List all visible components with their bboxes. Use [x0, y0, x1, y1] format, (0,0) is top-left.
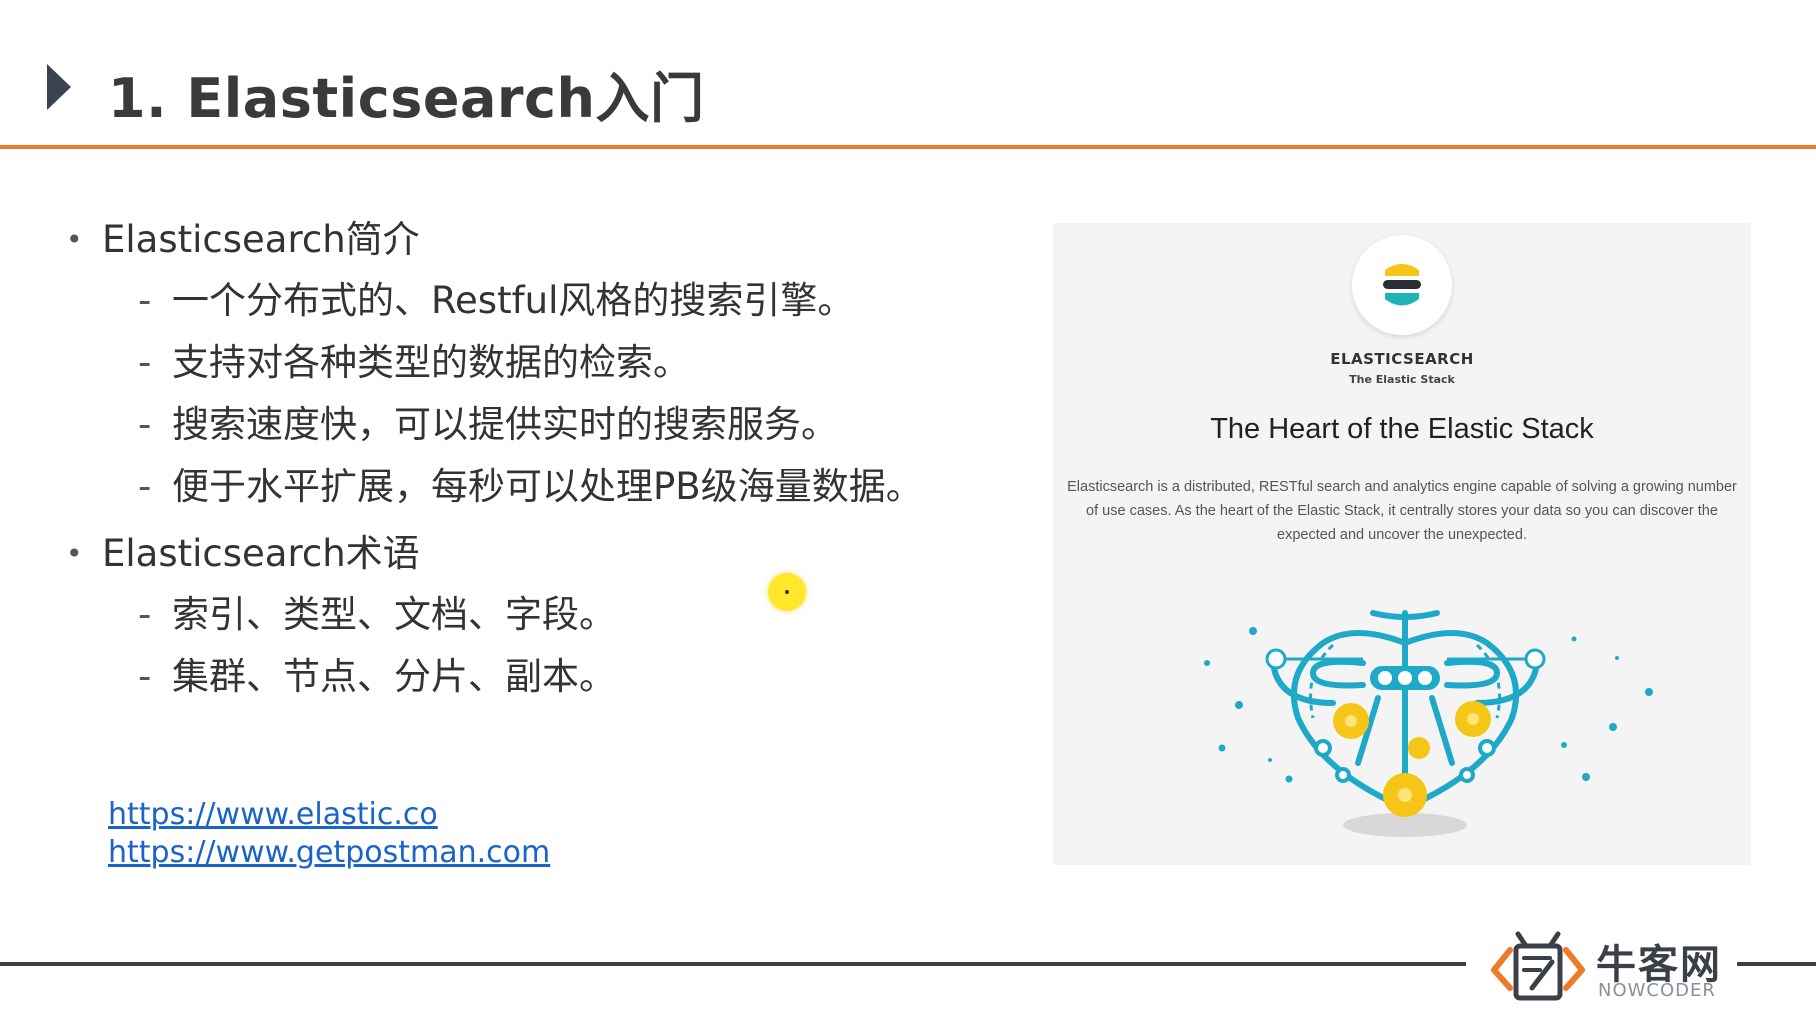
- link-postman[interactable]: https://www.getpostman.com: [108, 834, 550, 872]
- nowcoder-logo-icon: [1488, 928, 1588, 1008]
- sub-item-text: 集群、节点、分片、副本。: [172, 655, 616, 698]
- sub-item-text: 便于水平扩展，每秒可以处理PB级海量数据。: [172, 465, 923, 508]
- elastic-heart-illustration: [1133, 603, 1673, 857]
- footer-rule-right: [1737, 962, 1816, 966]
- sub-item-text: 支持对各种类型的数据的检索。: [172, 341, 690, 384]
- dash-icon: -: [138, 403, 152, 446]
- bullet-intro: • Elasticsearch简介: [62, 214, 1012, 266]
- sub-item: - 支持对各种类型的数据的检索。: [62, 332, 1012, 394]
- panel-description: Elasticsearch is a distributed, RESTful …: [1067, 479, 1737, 543]
- footer-rule: [0, 962, 1466, 966]
- bullet-label: Elasticsearch术语: [102, 532, 420, 575]
- cursor-highlight-icon: [768, 573, 806, 611]
- sub-item-text: 索引、类型、文档、字段。: [172, 593, 616, 636]
- bullet-list: • Elasticsearch简介 - 一个分布式的、Restful风格的搜索引…: [62, 214, 1012, 708]
- elasticsearch-logo-icon: [1352, 235, 1452, 335]
- page-title: 1. Elasticsearch入门: [108, 67, 705, 130]
- bullet-dot-icon: •: [66, 537, 83, 570]
- title-marker-icon: [47, 64, 71, 110]
- sub-item-text: 一个分布式的、Restful风格的搜索引擎。: [172, 279, 855, 322]
- reference-links: https://www.elastic.co https://www.getpo…: [108, 796, 550, 872]
- sub-item: - 一个分布式的、Restful风格的搜索引擎。: [62, 270, 1012, 332]
- sub-item: - 索引、类型、文档、字段。: [62, 584, 1012, 646]
- sub-item: - 搜索速度快，可以提供实时的搜索服务。: [62, 394, 1012, 456]
- panel-heading: The Heart of the Elastic Stack: [1210, 413, 1594, 445]
- slide: 1. Elasticsearch入门 • Elasticsearch简介 - 一…: [0, 0, 1816, 1013]
- sub-item: - 集群、节点、分片、副本。: [62, 646, 1012, 708]
- footer-brand-en: NOWCODER: [1598, 980, 1716, 1001]
- panel-brand: ELASTICSEARCH: [1330, 350, 1474, 368]
- sub-item: - 便于水平扩展，每秒可以处理PB级海量数据。: [62, 456, 1012, 518]
- elastic-screenshot-panel: ELASTICSEARCH The Elastic Stack The Hear…: [1053, 223, 1751, 865]
- dash-icon: -: [138, 341, 152, 384]
- panel-subbrand: The Elastic Stack: [1349, 373, 1455, 386]
- dash-icon: -: [138, 465, 152, 508]
- bullet-dot-icon: •: [66, 223, 83, 256]
- sub-item-text: 搜索速度快，可以提供实时的搜索服务。: [172, 403, 838, 446]
- title-divider: [0, 145, 1816, 149]
- dash-icon: -: [138, 655, 152, 698]
- link-elastic[interactable]: https://www.elastic.co: [108, 796, 550, 834]
- bullet-terms: • Elasticsearch术语: [62, 528, 1012, 580]
- bullet-label: Elasticsearch简介: [102, 218, 420, 261]
- dash-icon: -: [138, 279, 152, 322]
- dash-icon: -: [138, 593, 152, 636]
